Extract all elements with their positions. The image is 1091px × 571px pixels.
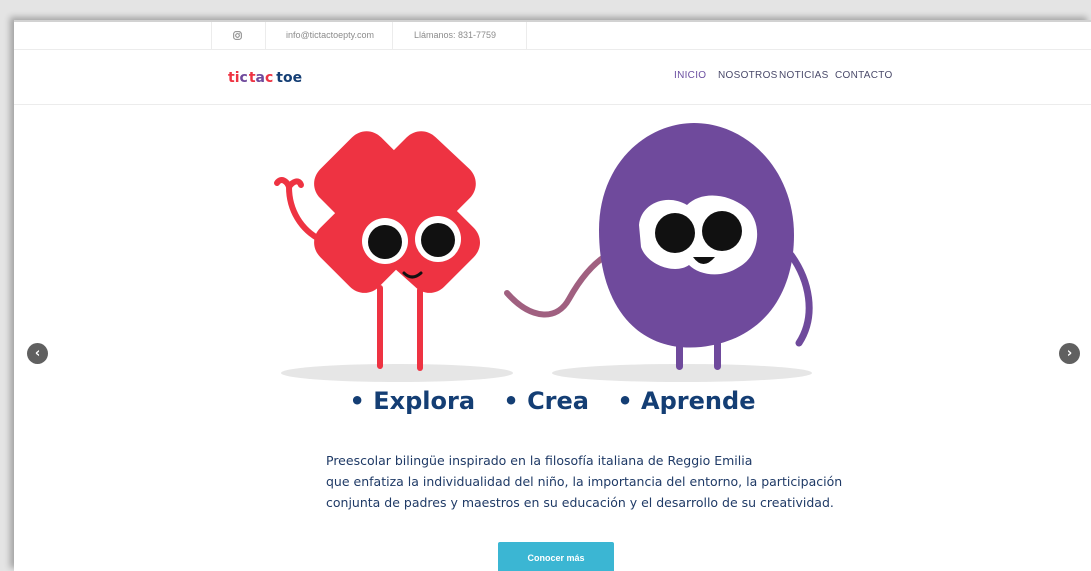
slider-prev-button[interactable]: ‹: [27, 343, 48, 364]
description-line: conjunta de padres y maestros en su educ…: [326, 495, 834, 510]
email-link[interactable]: info@tictactoepty.com: [286, 22, 374, 49]
nav-item-noticias[interactable]: NOTICIAS: [779, 70, 829, 81]
top-info-bar: info@tictactoepty.com Llámanos: 831-7759: [14, 22, 1091, 50]
phone-text: Llámanos: 831-7759: [414, 30, 497, 40]
site-header: tictac toe INICIO NOSOTROS NOTICIAS CONTA…: [14, 50, 1091, 105]
tagline-explora: • Explora: [349, 387, 476, 415]
tagline: • Explora • Crea • Aprende: [14, 387, 1091, 415]
nav-item-contacto[interactable]: CONTACTO: [835, 70, 893, 81]
nav-item-nosotros[interactable]: NOSOTROS: [718, 70, 778, 81]
mascot-illustration: [274, 123, 813, 382]
divider: [392, 22, 393, 49]
hero-description: Preescolar bilingüe inspirado en la filo…: [326, 450, 846, 513]
description-line: Preescolar bilingüe inspirado en la filo…: [326, 453, 753, 468]
instagram-icon[interactable]: [233, 22, 247, 49]
divider: [265, 22, 266, 49]
divider: [526, 22, 527, 49]
conocer-mas-button[interactable]: Conocer más: [498, 542, 614, 571]
tagline-aprende: • Aprende: [617, 387, 756, 415]
svg-text:tictactoe: tictac toe: [228, 70, 302, 86]
browser-frame: info@tictactoepty.com Llámanos: 831-7759…: [14, 20, 1091, 571]
hero-slider: ‹ › • Explora • Crea • Aprende Preescola…: [14, 105, 1091, 571]
slider-next-button[interactable]: ›: [1059, 343, 1080, 364]
logo[interactable]: tictac toe: [228, 66, 308, 88]
divider: [211, 22, 212, 49]
description-line: que enfatiza la individualidad del niño,…: [326, 474, 843, 489]
nav-item-inicio[interactable]: INICIO: [674, 70, 706, 81]
tagline-crea: • Crea: [503, 387, 589, 415]
